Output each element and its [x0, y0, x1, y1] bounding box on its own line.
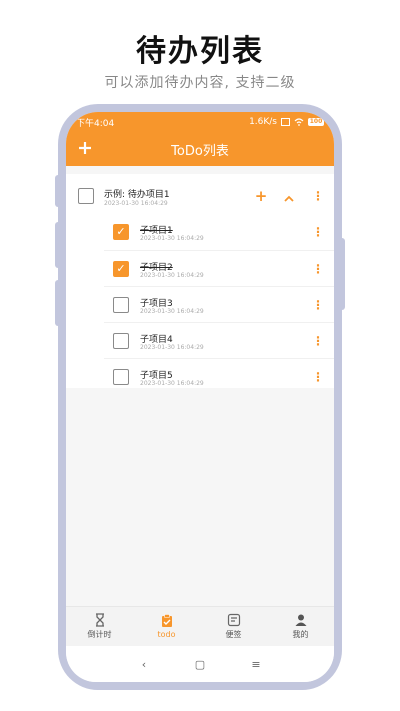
nav-notes[interactable]: 便签 — [200, 607, 267, 646]
subitem-time: 2023-01-30 16:04:29 — [140, 235, 204, 242]
subitem-time: 2023-01-30 16:04:29 — [140, 272, 204, 279]
subitem-more-button[interactable]: ⋮ — [312, 371, 324, 383]
subitem-row-4[interactable]: 子项目4 2023-01-30 16:04:29 ⋮ — [104, 322, 334, 358]
parent-time: 2023-01-30 16:04:29 — [104, 200, 168, 207]
nav-label: 倒计时 — [87, 630, 112, 639]
system-nav-bar: ‹ ▢ ≡ — [66, 646, 334, 682]
app-bar: ToDo列表 — [66, 132, 334, 166]
person-icon — [295, 614, 306, 626]
subitem-more-button[interactable]: ⋮ — [312, 263, 324, 275]
recents-button[interactable]: ≡ — [246, 658, 266, 671]
sim-icon — [281, 118, 290, 126]
subitem-row-1[interactable]: ✓ 子项目1 2023-01-30 16:04:29 ⋮ — [104, 214, 334, 250]
collapse-button[interactable] — [281, 189, 297, 207]
todo-parent-row[interactable]: 示例: 待办项目1 2023-01-30 16:04:29 + ⋮ — [66, 178, 334, 214]
parent-checkbox[interactable] — [78, 188, 94, 204]
page: 待办列表 可以添加待办内容, 支持二级 下午4:04 1.6K/s 100 To… — [0, 0, 400, 711]
add-subitem-button[interactable]: + — [253, 187, 269, 205]
status-bar: 下午4:04 1.6K/s 100 — [66, 112, 334, 132]
bottom-nav: 倒计时 todo 便签 我的 — [66, 606, 334, 646]
parent-title: 示例: 待办项目1 — [104, 190, 170, 200]
subitem-more-button[interactable]: ⋮ — [312, 299, 324, 311]
nav-todo[interactable]: todo — [133, 607, 200, 646]
subitem-checkbox[interactable]: ✓ — [113, 224, 129, 240]
subitem-checkbox[interactable] — [113, 369, 129, 385]
back-button[interactable]: ‹ — [134, 658, 154, 671]
subitem-time: 2023-01-30 16:04:29 — [140, 344, 204, 351]
promo-subtitle: 可以添加待办内容, 支持二级 — [104, 75, 296, 91]
plus-icon — [79, 142, 91, 154]
nav-label: 我的 — [292, 630, 309, 639]
promo-title: 待办列表 — [136, 34, 264, 69]
nav-countdown[interactable]: 倒计时 — [66, 607, 133, 646]
subitem-row-2[interactable]: ✓ 子项目2 2023-01-30 16:04:29 ⋮ — [104, 250, 334, 286]
subitem-checkbox[interactable]: ✓ — [113, 261, 129, 277]
battery-icon: 100 — [308, 118, 324, 126]
home-button[interactable]: ▢ — [190, 658, 210, 671]
wifi-icon — [294, 118, 304, 126]
subitem-row-5[interactable]: 子项目5 2023-01-30 16:04:29 ⋮ — [104, 358, 334, 394]
subitem-more-button[interactable]: ⋮ — [312, 226, 324, 238]
nav-label: 便签 — [225, 630, 242, 639]
hourglass-icon — [95, 613, 104, 627]
chevron-up-icon — [284, 195, 294, 202]
app-title: ToDo列表 — [171, 143, 229, 159]
status-time: 下午4:04 — [76, 118, 115, 129]
phone-screen: 下午4:04 1.6K/s 100 ToDo列表 示例: 待办项目1 2023-… — [66, 112, 334, 682]
subitem-time: 2023-01-30 16:04:29 — [140, 308, 204, 315]
add-todo-button[interactable] — [74, 138, 96, 160]
nav-profile[interactable]: 我的 — [267, 607, 334, 646]
subitem-checkbox[interactable] — [113, 333, 129, 349]
subitem-more-button[interactable]: ⋮ — [312, 335, 324, 347]
nav-label: todo — [157, 630, 176, 639]
parent-more-button[interactable]: ⋮ — [312, 190, 324, 202]
clipboard-check-icon — [161, 614, 172, 627]
note-icon — [227, 613, 240, 627]
subitem-time: 2023-01-30 16:04:29 — [140, 380, 204, 387]
subitem-checkbox[interactable] — [113, 297, 129, 313]
todo-card: 示例: 待办项目1 2023-01-30 16:04:29 + ⋮ ✓ 子项目1… — [66, 174, 334, 388]
subitem-row-3[interactable]: 子项目3 2023-01-30 16:04:29 ⋮ — [104, 286, 334, 322]
network-speed: 1.6K/s — [249, 117, 277, 127]
